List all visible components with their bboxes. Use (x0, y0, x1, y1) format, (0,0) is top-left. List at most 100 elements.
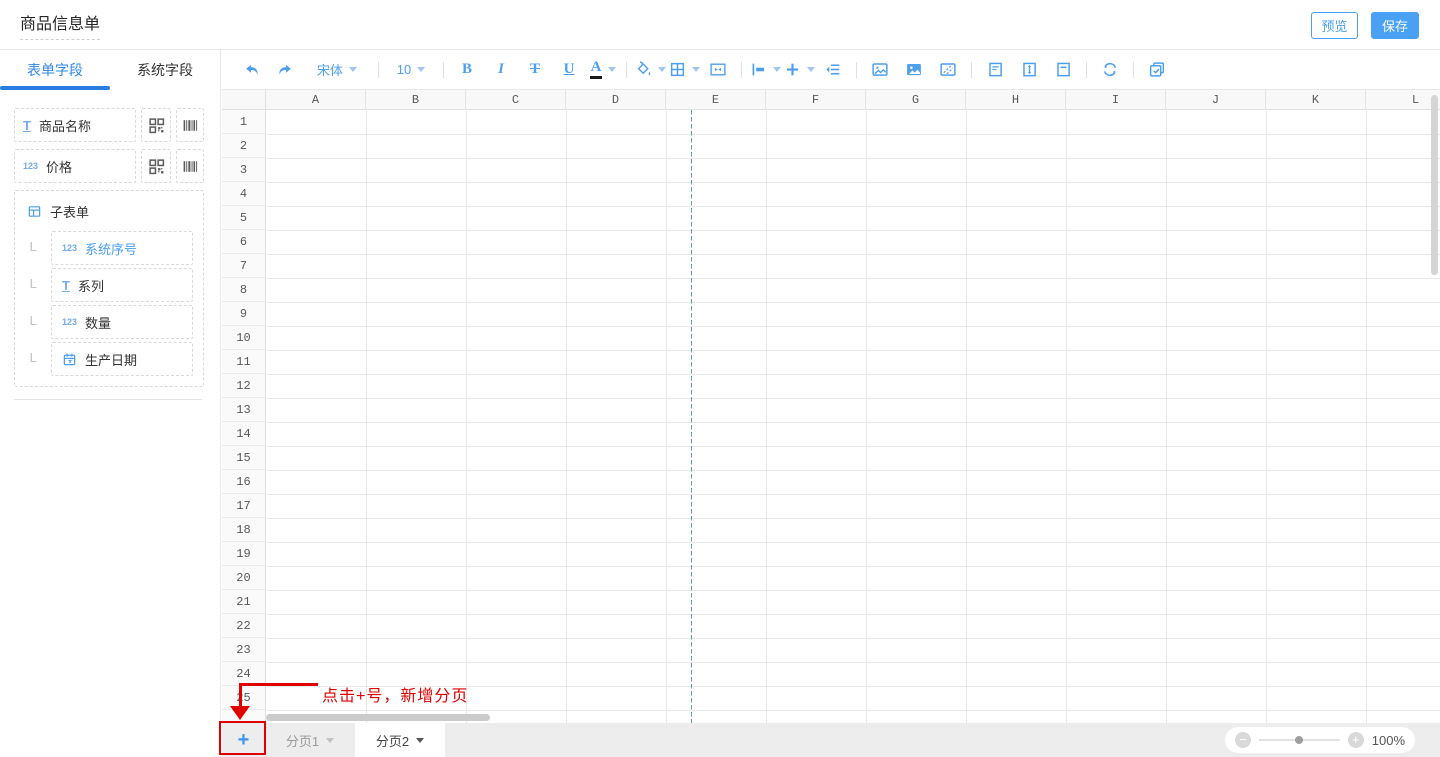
column-header[interactable]: H (966, 90, 1066, 109)
row-header[interactable]: 14 (222, 422, 265, 446)
strikethrough-button[interactable]: T (518, 50, 552, 90)
zoom-control: − + 100% (1225, 727, 1415, 753)
column-header[interactable]: I (1066, 90, 1166, 109)
row-header[interactable]: 23 (222, 638, 265, 662)
zoom-in-button[interactable]: + (1348, 732, 1364, 748)
row-header[interactable]: 9 (222, 302, 265, 326)
qrcode-button[interactable] (141, 149, 171, 183)
field-item-series[interactable]: T 系列 (51, 268, 193, 302)
column-header[interactable]: G (866, 90, 966, 109)
zoom-out-button[interactable]: − (1235, 732, 1251, 748)
tab-form-fields[interactable]: 表单字段 (0, 50, 110, 90)
row-header[interactable]: 19 (222, 542, 265, 566)
row-header[interactable]: 1 (222, 110, 265, 134)
merge-cells-icon (709, 61, 727, 78)
refresh-icon (1101, 61, 1119, 78)
row-header[interactable]: 22 (222, 614, 265, 638)
column-header[interactable]: K (1266, 90, 1366, 109)
field-label: 生产日期 (85, 350, 137, 369)
font-family-select[interactable]: 宋体 (302, 50, 372, 90)
field-label: 系统序号 (85, 239, 137, 258)
row-header[interactable]: 8 (222, 278, 265, 302)
row-header[interactable]: 6 (222, 230, 265, 254)
number-type-icon: 123 (62, 318, 77, 327)
row-header[interactable]: 11 (222, 350, 265, 374)
fill-color-button[interactable] (633, 50, 667, 90)
undo-button[interactable] (234, 50, 268, 90)
field-item-production-date[interactable]: 生产日期 (51, 342, 193, 376)
align-left-icon (750, 61, 767, 78)
sheet-tab-2[interactable]: 分页2 (355, 723, 445, 757)
row-header[interactable]: 18 (222, 518, 265, 542)
row-headers: 1 2 3 4 5 6 7 8 9 10 11 12 13 14 15 (222, 110, 266, 723)
row-header[interactable]: 3 (222, 158, 265, 182)
preview-button[interactable]: 预览 (1311, 12, 1358, 39)
field-label: 数量 (85, 313, 111, 332)
italic-button[interactable]: I (484, 50, 518, 90)
field-label: 系列 (78, 276, 104, 295)
row-header[interactable]: 7 (222, 254, 265, 278)
chevron-down-icon (416, 738, 424, 743)
refresh-button[interactable] (1093, 50, 1127, 90)
grid-corner-cell[interactable] (222, 90, 266, 110)
page-header-settings-button[interactable] (978, 50, 1012, 90)
zoom-slider[interactable] (1259, 739, 1340, 741)
column-header[interactable]: E (666, 90, 766, 109)
row-header[interactable]: 20 (222, 566, 265, 590)
row-header[interactable]: 4 (222, 182, 265, 206)
background-image-button[interactable] (897, 50, 931, 90)
zoom-level-value: 100% (1372, 733, 1405, 748)
field-item-serial-number[interactable]: 123 系统序号 (51, 231, 193, 265)
field-list: T 商品名称 123 价格 (0, 90, 220, 400)
insert-image-button[interactable] (863, 50, 897, 90)
tab-system-fields[interactable]: 系统字段 (110, 50, 220, 90)
zoom-slider-handle[interactable] (1295, 736, 1303, 744)
row-header[interactable]: 10 (222, 326, 265, 350)
grid-cells[interactable] (267, 111, 1440, 723)
row-height-icon (1021, 61, 1038, 78)
row-header[interactable]: 13 (222, 398, 265, 422)
field-item-product-name[interactable]: T 商品名称 (14, 108, 136, 142)
vertical-scrollbar[interactable] (1431, 95, 1438, 275)
indent-button[interactable] (816, 50, 850, 90)
column-header[interactable]: F (766, 90, 866, 109)
row-header[interactable]: 15 (222, 446, 265, 470)
indent-icon (824, 61, 842, 78)
watermark-icon (939, 61, 957, 78)
row-header[interactable]: 5 (222, 206, 265, 230)
horizontal-align-button[interactable] (748, 50, 782, 90)
font-color-button[interactable]: A (586, 50, 620, 90)
barcode-button[interactable] (176, 108, 204, 142)
vertical-align-button[interactable] (782, 50, 816, 90)
row-header[interactable]: 2 (222, 134, 265, 158)
borders-button[interactable] (667, 50, 701, 90)
page-footer-settings-button[interactable] (1046, 50, 1080, 90)
column-header[interactable]: B (366, 90, 466, 109)
save-button[interactable]: 保存 (1371, 12, 1419, 39)
bold-button[interactable]: B (450, 50, 484, 90)
column-header[interactable]: L (1366, 90, 1440, 109)
field-row: T 商品名称 (14, 108, 204, 142)
row-header[interactable]: 12 (222, 374, 265, 398)
row-height-button[interactable] (1012, 50, 1046, 90)
row-header[interactable]: 17 (222, 494, 265, 518)
field-item-price[interactable]: 123 价格 (14, 149, 136, 183)
redo-button[interactable] (268, 50, 302, 90)
row-header[interactable]: 16 (222, 470, 265, 494)
field-item-quantity[interactable]: 123 数量 (51, 305, 193, 339)
merge-cells-button[interactable] (701, 50, 735, 90)
row-header[interactable]: 21 (222, 590, 265, 614)
font-size-select[interactable]: 10 (385, 50, 437, 90)
horizontal-scrollbar[interactable] (266, 714, 490, 721)
watermark-button[interactable] (931, 50, 965, 90)
column-header[interactable]: A (266, 90, 366, 109)
column-header[interactable]: J (1166, 90, 1266, 109)
page-title: 商品信息单 (20, 10, 100, 40)
column-header[interactable]: C (466, 90, 566, 109)
column-header[interactable]: D (566, 90, 666, 109)
underline-button[interactable]: U (552, 50, 586, 90)
qrcode-button[interactable] (141, 108, 171, 142)
batch-select-button[interactable] (1140, 50, 1174, 90)
barcode-button[interactable] (176, 149, 204, 183)
sheet-tab-1[interactable]: 分页1 (265, 723, 355, 757)
